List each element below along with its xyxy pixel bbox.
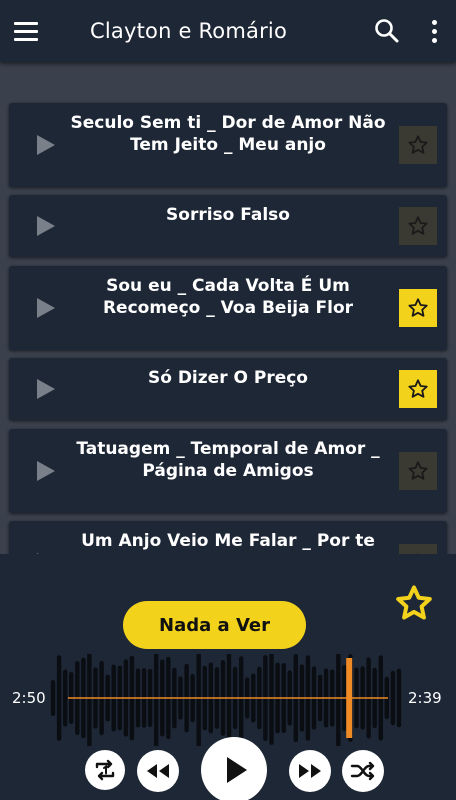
song-title-line: Um Anjo Veio Me Falar _ Por te	[81, 531, 375, 551]
fast-forward-button[interactable]	[289, 750, 331, 792]
play-button[interactable]	[201, 737, 267, 800]
song-card[interactable]: Sou eu _ Cada Volta É Um Recomeço _ Voa …	[9, 266, 447, 350]
app-bar: Clayton e Romário	[0, 0, 456, 62]
more-vert-icon[interactable]	[424, 14, 444, 48]
song-title-line: Tatuagem _ Temporal de Amor _	[76, 439, 380, 459]
song-title: Só Dizer O Preço	[59, 367, 397, 389]
song-title-line: Recomeço _ Voa Beija Flor	[102, 298, 354, 318]
page-title: Clayton e Romário	[90, 19, 287, 43]
song-title: Um Anjo Veio Me Falar _ Por te	[59, 530, 397, 552]
remaining-time: 2:39	[408, 689, 442, 707]
favorite-toggle[interactable]	[399, 370, 437, 408]
repeat-one-button[interactable]	[85, 750, 125, 790]
play-icon[interactable]	[37, 216, 55, 236]
song-title-line: Sou eu _ Cada Volta É Um	[106, 276, 350, 296]
song-card[interactable]: Seculo Sem ti _ Dor de Amor Não Tem Jeit…	[9, 103, 447, 187]
waveform-bar	[87, 654, 92, 746]
star-outline-icon	[408, 216, 428, 235]
favorite-toggle[interactable]	[399, 207, 437, 245]
seek-thumb[interactable]	[346, 658, 353, 738]
favorite-toggle[interactable]	[399, 126, 437, 164]
waveform-bar	[269, 654, 274, 745]
star-outline-icon	[408, 298, 428, 317]
player-panel: Nada a Ver 2:50 2:39	[0, 554, 456, 800]
song-title: Seculo Sem ti _ Dor de Amor Não Tem Jeit…	[59, 112, 397, 156]
waveform-bar	[56, 655, 62, 741]
star-outline-icon	[408, 461, 428, 480]
shuffle-button[interactable]	[342, 750, 384, 792]
play-icon[interactable]	[37, 135, 55, 155]
search-icon[interactable]	[372, 16, 402, 46]
song-title-line: Só Dizer O Preço	[147, 368, 308, 388]
waveform-seekbar[interactable]	[0, 654, 456, 746]
waveform-bar	[63, 669, 68, 727]
waveform-bar	[396, 668, 402, 728]
rewind-button[interactable]	[137, 750, 179, 792]
star-outline-icon	[408, 135, 428, 154]
song-list[interactable]: Seculo Sem ti _ Dor de Amor Não Tem Jeit…	[0, 62, 456, 554]
shuffle-icon	[350, 761, 375, 781]
star-outline-icon	[408, 379, 428, 398]
waveform-bar	[196, 654, 201, 746]
song-title-line: Tem Jeito _ Meu anjo	[130, 135, 326, 155]
play-icon	[227, 757, 247, 783]
song-card[interactable]: Sorriso Falso	[9, 195, 447, 257]
song-title-line: Página de Amigos	[142, 461, 314, 481]
fast-forward-icon	[299, 764, 321, 778]
song-card[interactable]: Um Anjo Veio Me Falar _ Por te	[9, 521, 447, 554]
song-card[interactable]: Só Dizer O Preço	[9, 358, 447, 420]
waveform-bar	[390, 670, 396, 726]
play-icon[interactable]	[37, 379, 55, 399]
waveform-bar	[154, 654, 159, 746]
waveform-bar	[336, 654, 341, 746]
song-title-line: Seculo Sem ti _ Dor de Amor Não	[70, 113, 386, 133]
play-icon[interactable]	[37, 298, 55, 318]
hamburger-menu-icon[interactable]	[14, 11, 58, 51]
song-title: Tatuagem _ Temporal de Amor _ Página de …	[59, 438, 397, 482]
repeat-one-icon	[95, 759, 115, 781]
song-title-line: Sorriso Falso	[166, 205, 290, 225]
now-playing-button[interactable]: Nada a Ver	[123, 601, 306, 649]
star-outline-icon[interactable]	[394, 584, 434, 624]
favorite-toggle[interactable]	[399, 452, 437, 490]
play-icon[interactable]	[37, 461, 55, 481]
favorite-toggle[interactable]	[399, 289, 437, 327]
song-card[interactable]: Tatuagem _ Temporal de Amor _ Página de …	[9, 429, 447, 513]
rewind-icon	[147, 764, 169, 778]
elapsed-time: 2:50	[12, 689, 46, 707]
waveform-bar	[226, 654, 232, 746]
waveform-bar	[50, 680, 56, 716]
favorite-toggle[interactable]	[399, 544, 437, 554]
song-title: Sorriso Falso	[59, 204, 397, 226]
song-title: Sou eu _ Cada Volta É Um Recomeço _ Voa …	[59, 275, 397, 319]
